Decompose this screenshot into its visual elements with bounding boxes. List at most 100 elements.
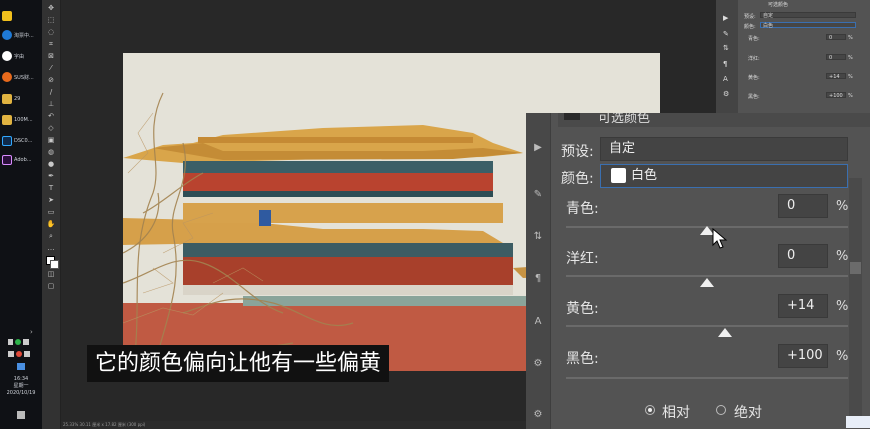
gradient-tool-icon[interactable]: ▣ [46,136,56,144]
blur-tool-icon[interactable]: ◍ [46,148,56,156]
taskbar-app-font[interactable]: 字由 [2,48,40,64]
brush-icon[interactable]: ✎ [532,189,544,201]
small-yellow-input[interactable]: +14 [826,73,846,80]
yellow-slider-track[interactable] [566,325,848,327]
marquee-tool-icon[interactable]: ⬚ [46,16,56,24]
taskbar-app-sticky[interactable] [2,8,40,24]
frame-tool-icon[interactable]: ⊠ [46,52,56,60]
black-percent: % [836,349,849,364]
small-cyan-pct: % [848,35,853,41]
colors-label: 颜色: [561,171,594,187]
small-black-label: 黑色: [748,94,760,100]
panel-scrollbar[interactable] [849,178,862,418]
magenta-input[interactable]: 0 [778,244,828,268]
settings-icon[interactable]: ⚙ [532,358,544,370]
zoom-tool-icon[interactable]: ⌕ [46,232,56,240]
magenta-slider-track[interactable] [566,275,848,277]
small-preset-select[interactable]: 自定 [760,12,856,19]
folder-icon [2,115,12,125]
path-select-icon[interactable]: ➤ [46,196,56,204]
cyan-input[interactable]: 0 [778,194,828,218]
ime-icon[interactable] [17,363,25,370]
taskbar-folder-29[interactable]: 29 [2,91,40,107]
small-black-pct: % [848,93,853,99]
eyedropper-tool-icon[interactable]: ⁄ [46,64,56,72]
taskbar-folder-100m[interactable]: 100M... [2,112,40,128]
screen-mode-icon[interactable]: ▢ [46,282,56,290]
taskbar-app-ps-dsc[interactable]: DSC0... [2,133,40,149]
black-input[interactable]: +100 [778,344,828,368]
taskbar-clock[interactable]: 16:34 星期一 2020/10/19 [0,376,42,397]
paragraph-icon[interactable]: ¶ [532,273,544,285]
dodge-tool-icon[interactable]: ● [46,160,56,168]
taskbar-app-edge[interactable]: 淘票中... [2,27,40,43]
yellow-input[interactable]: +14 [778,294,828,318]
ime-toolbar-icon[interactable] [846,416,870,428]
stamp-tool-icon[interactable]: ⊥ [46,100,56,108]
small-cyan-label: 青色: [748,36,760,42]
settings-icon[interactable]: ⚙ [723,90,729,98]
brush-tool-icon[interactable]: / [46,88,56,96]
small-magenta-input[interactable]: 0 [826,54,846,61]
char-icon[interactable]: A [723,75,728,83]
small-magenta-label: 洋红: [748,56,760,62]
adjust-icon[interactable]: ⇅ [723,44,729,52]
video-subtitle: 它的颜色偏向让他有一些偏黄 [87,345,390,382]
chevron-up-icon[interactable]: › [30,328,33,336]
play-icon[interactable]: ▶ [723,14,728,22]
hand-tool-icon[interactable]: ✋ [46,220,56,228]
windows-taskbar: 淘票中... 字由 SUS财... 29 100M... DSC0... Ado… [0,0,43,429]
eraser-tool-icon[interactable]: ◇ [46,124,56,132]
adjust-icon[interactable]: ⇅ [532,231,544,243]
history-brush-icon[interactable]: ↶ [46,112,56,120]
char-icon[interactable]: A [532,316,544,328]
relative-label: 相对 [662,405,690,421]
photoshop-icon [2,136,12,146]
small-colors-select[interactable]: 白色 [760,22,856,29]
brush-icon[interactable]: ✎ [723,30,729,38]
small-black-input[interactable]: +100 [826,92,846,99]
panel-scrollbar-thumb[interactable] [850,262,861,274]
background-color-swatch[interactable] [50,260,59,269]
pen-tool-icon[interactable]: ✒ [46,172,56,180]
small-cyan-input[interactable]: 0 [826,34,846,41]
panel-icon-strip: ▶ ✎ ⇅ ¶ A ⚙ [716,0,738,114]
gear-icon[interactable]: ⚙ [532,409,544,421]
play-icon[interactable]: ▶ [532,142,544,154]
absolute-radio[interactable] [716,405,726,415]
yellow-slider-thumb[interactable] [718,328,733,337]
move-tool-icon[interactable]: ✥ [46,4,56,12]
folder-icon [2,94,12,104]
tray-icons-2[interactable] [8,351,34,359]
quick-mask-icon[interactable]: ◫ [46,270,56,278]
taskbar-app-sus[interactable]: SUS财... [2,69,40,85]
panel-header: 可选颜色 [558,113,870,127]
paragraph-icon[interactable]: ¶ [723,60,727,68]
lasso-tool-icon[interactable]: ◌ [46,28,56,36]
small-preset-label: 预设: [744,14,756,20]
status-bar: 25.33% 30.11 厘米 x 17.82 厘米 (300 ppi) [61,421,528,429]
photoshop-toolbar: ✥ ⬚ ◌ ⌗ ⊠ ⁄ ⊘ / ⊥ ↶ ◇ ▣ ◍ ● ✒ T ➤ ▭ ✋ ⌕ … [42,0,61,429]
colors-select[interactable]: 白色 [600,164,848,188]
type-tool-icon[interactable]: T [46,184,56,192]
sticky-notes-icon [2,11,12,21]
small-yellow-label: 黄色: [748,75,760,81]
magenta-label: 洋红: [566,251,599,267]
more-tools-icon[interactable]: … [46,244,56,252]
absolute-label: 绝对 [734,405,762,421]
shape-tool-icon[interactable]: ▭ [46,208,56,216]
crop-tool-icon[interactable]: ⌗ [46,40,56,48]
yellow-percent: % [836,299,849,314]
zoomed-icon-strip: ▶ ✎ ⇅ ¶ A ⚙ ⚙ [526,113,551,429]
magenta-slider-thumb[interactable] [700,278,714,287]
preset-select[interactable]: 自定 [600,137,848,161]
taskbar-app-premiere[interactable]: Adob... [2,152,40,168]
healing-tool-icon[interactable]: ⊘ [46,76,56,84]
notification-icon[interactable] [17,411,25,419]
wechat-icon [15,339,21,345]
edge-icon [2,30,12,40]
tray-icons[interactable] [8,339,34,347]
relative-radio[interactable] [645,405,655,415]
black-slider-track[interactable] [566,377,848,379]
network-icon [24,351,30,357]
